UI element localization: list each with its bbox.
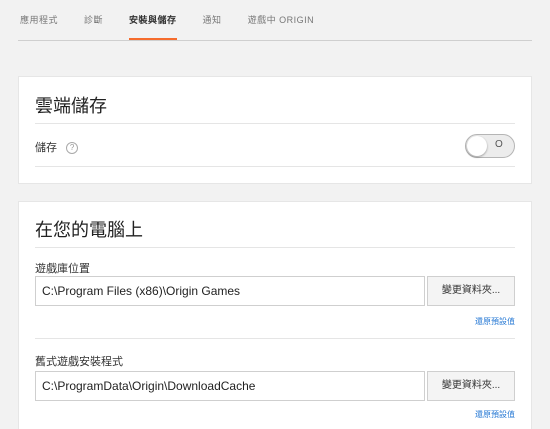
tab-install-and-storage[interactable]: 安裝與儲存: [129, 0, 177, 40]
settings-tabs: 應用程式 診斷 安裝與儲存 通知 遊戲中 ORIGIN: [20, 0, 340, 40]
tab-notifications[interactable]: 通知: [203, 0, 222, 40]
cloud-storage-card: 雲端儲存 儲存 ? O: [18, 76, 532, 184]
on-your-computer-card: 在您的電腦上 遊戲庫位置 C:\Program Files (x86)\Orig…: [18, 201, 532, 429]
change-legacy-installer-folder-button[interactable]: 變更資料夾...: [427, 371, 515, 401]
card-divider: [35, 123, 515, 124]
top-nav-bar: 應用程式 診斷 安裝與儲存 通知 遊戲中 ORIGIN: [0, 0, 550, 42]
card-divider-middle: [35, 338, 515, 339]
toggle-knob: [467, 136, 487, 156]
tab-applications[interactable]: 應用程式: [20, 0, 58, 40]
game-library-path-field[interactable]: C:\Program Files (x86)\Origin Games: [35, 276, 425, 306]
game-library-label: 遊戲庫位置: [35, 263, 90, 275]
card-divider-bottom: [35, 166, 515, 167]
restore-game-library-default-link[interactable]: 還原預設值: [475, 316, 515, 327]
storage-row: 儲存 ?: [35, 139, 79, 155]
tab-origin-in-game[interactable]: 遊戲中 ORIGIN: [248, 0, 315, 40]
tab-divider: [18, 40, 532, 41]
restore-legacy-installer-default-link[interactable]: 還原預設值: [475, 409, 515, 420]
change-game-library-folder-button[interactable]: 變更資料夾...: [427, 276, 515, 306]
toggle-state-text: O: [495, 139, 503, 150]
cloud-storage-title: 雲端儲存: [35, 96, 107, 116]
tab-diagnostics[interactable]: 診斷: [84, 0, 103, 40]
storage-label: 儲存: [35, 142, 57, 154]
help-icon[interactable]: ?: [66, 142, 79, 155]
legacy-installer-label: 舊式遊戲安裝程式: [35, 356, 123, 368]
card-divider: [35, 247, 515, 248]
legacy-installer-path-field[interactable]: C:\ProgramData\Origin\DownloadCache: [35, 371, 425, 401]
on-your-computer-title: 在您的電腦上: [35, 220, 143, 240]
cloud-storage-toggle[interactable]: O: [465, 134, 515, 158]
